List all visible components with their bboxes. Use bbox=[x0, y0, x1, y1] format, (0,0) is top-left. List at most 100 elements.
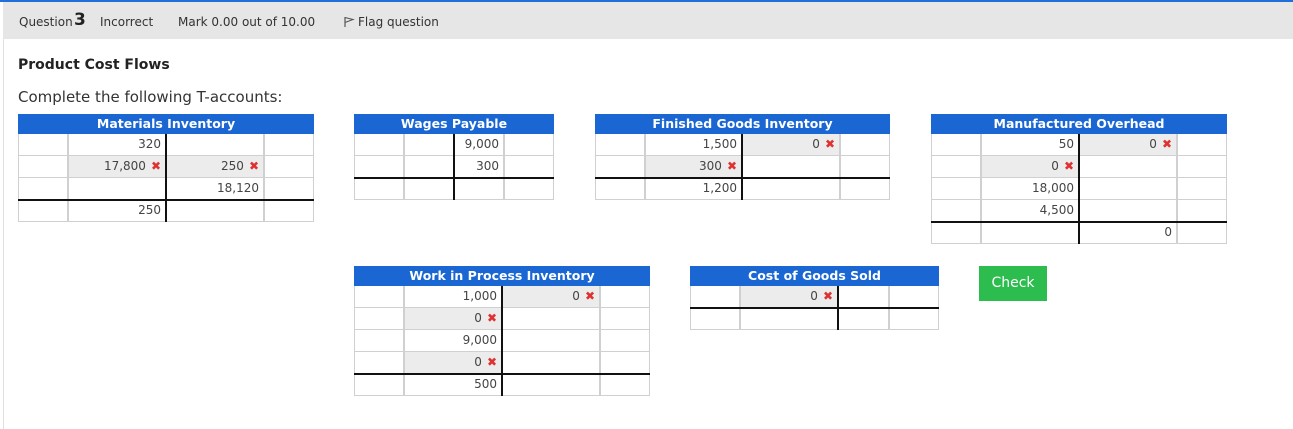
debit-input[interactable]: 50 bbox=[981, 134, 1079, 156]
credit-input[interactable]: 250 ✖ bbox=[166, 156, 264, 178]
question-instructions: Complete the following T-accounts: bbox=[18, 88, 283, 106]
t-account-title: Finished Goods Inventory bbox=[595, 114, 890, 134]
incorrect-icon: ✖ bbox=[726, 159, 737, 173]
t-account-vertical-rule bbox=[1078, 134, 1080, 244]
incorrect-icon: ✖ bbox=[486, 311, 497, 325]
blank-cell bbox=[354, 308, 404, 330]
blank-cell bbox=[354, 374, 404, 396]
blank-cell bbox=[840, 156, 890, 178]
blank-cell bbox=[595, 134, 645, 156]
debit-input[interactable]: 18,000 bbox=[981, 178, 1079, 200]
credit-input[interactable]: 0 ✖ bbox=[742, 134, 840, 156]
blank-cell bbox=[595, 156, 645, 178]
question-number: 3 bbox=[74, 10, 86, 30]
t-account-total-rule bbox=[595, 177, 890, 179]
blank-cell bbox=[264, 134, 314, 156]
blank-cell bbox=[600, 286, 650, 308]
blank-cell bbox=[504, 156, 554, 178]
t-account-title: Work in Process Inventory bbox=[354, 266, 650, 286]
incorrect-icon: ✖ bbox=[822, 289, 833, 303]
flag-question-link[interactable]: Flag question bbox=[358, 15, 439, 29]
incorrect-icon: ✖ bbox=[486, 355, 497, 369]
blank-cell bbox=[600, 330, 650, 352]
blank-cell bbox=[354, 352, 404, 374]
debit-input[interactable] bbox=[404, 134, 454, 156]
credit-balance-input[interactable] bbox=[502, 374, 600, 396]
debit-balance-input[interactable] bbox=[981, 222, 1079, 244]
debit-balance-input[interactable] bbox=[740, 308, 838, 330]
t-account-title: Materials Inventory bbox=[18, 114, 314, 134]
credit-input[interactable]: 0 ✖ bbox=[502, 286, 600, 308]
t-account-wages-payable: Wages Payable 9,000 300 bbox=[354, 114, 554, 200]
debit-input[interactable]: 0 ✖ bbox=[404, 308, 502, 330]
blank-cell bbox=[889, 286, 939, 308]
blank-cell bbox=[18, 156, 68, 178]
blank-cell bbox=[18, 200, 68, 222]
debit-input[interactable] bbox=[68, 178, 166, 200]
debit-input[interactable]: 9,000 bbox=[404, 330, 502, 352]
debit-input[interactable]: 17,800 ✖ bbox=[68, 156, 166, 178]
credit-input[interactable]: 18,120 bbox=[166, 178, 264, 200]
question-info-bar: Question 3 Incorrect Mark 0.00 out of 10… bbox=[3, 2, 1293, 39]
blank-cell bbox=[931, 156, 981, 178]
credit-balance-input[interactable]: 0 bbox=[1079, 222, 1177, 244]
incorrect-icon: ✖ bbox=[150, 159, 161, 173]
debit-balance-input[interactable]: 1,200 bbox=[645, 178, 742, 200]
incorrect-icon: ✖ bbox=[584, 289, 595, 303]
t-account-total-rule bbox=[354, 177, 554, 179]
t-account-vertical-rule bbox=[165, 134, 167, 222]
credit-input[interactable] bbox=[1079, 156, 1177, 178]
t-account-total-rule bbox=[18, 199, 314, 201]
content-left-border bbox=[3, 39, 4, 429]
debit-input[interactable]: 0 ✖ bbox=[981, 156, 1079, 178]
blank-cell bbox=[600, 374, 650, 396]
credit-input[interactable] bbox=[1079, 178, 1177, 200]
credit-input[interactable] bbox=[166, 134, 264, 156]
t-account-total-rule bbox=[354, 373, 650, 375]
debit-input[interactable]: 0 ✖ bbox=[740, 286, 838, 308]
debit-input[interactable]: 300 ✖ bbox=[645, 156, 742, 178]
credit-input[interactable] bbox=[742, 156, 840, 178]
debit-balance-input[interactable] bbox=[404, 178, 454, 200]
debit-input[interactable]: 4,500 bbox=[981, 200, 1079, 222]
blank-cell bbox=[264, 200, 314, 222]
debit-input[interactable]: 1,500 bbox=[645, 134, 742, 156]
t-account-title: Manufactured Overhead bbox=[931, 114, 1227, 134]
credit-input[interactable]: 9,000 bbox=[454, 134, 504, 156]
flag-icon[interactable] bbox=[343, 16, 355, 28]
credit-balance-input[interactable] bbox=[166, 200, 264, 222]
blank-cell bbox=[889, 308, 939, 330]
t-account-vertical-rule bbox=[453, 134, 455, 200]
blank-cell bbox=[504, 178, 554, 200]
credit-balance-input[interactable] bbox=[742, 178, 840, 200]
t-account-row: 0 ✖ bbox=[690, 286, 939, 308]
question-label: Question bbox=[19, 15, 73, 29]
blank-cell bbox=[504, 134, 554, 156]
t-account-vertical-rule bbox=[501, 286, 503, 396]
debit-input[interactable]: 320 bbox=[68, 134, 166, 156]
debit-input[interactable] bbox=[404, 156, 454, 178]
blank-cell bbox=[600, 308, 650, 330]
t-account-title: Wages Payable bbox=[354, 114, 554, 134]
credit-input[interactable] bbox=[502, 352, 600, 374]
blank-cell bbox=[690, 286, 740, 308]
credit-balance-input[interactable] bbox=[838, 308, 889, 330]
incorrect-icon: ✖ bbox=[824, 137, 835, 151]
blank-cell bbox=[354, 134, 404, 156]
t-account-title: Cost of Goods Sold bbox=[690, 266, 939, 286]
blank-cell bbox=[1177, 134, 1227, 156]
credit-input[interactable]: 300 bbox=[454, 156, 504, 178]
credit-input[interactable] bbox=[502, 330, 600, 352]
credit-balance-input[interactable] bbox=[454, 178, 504, 200]
credit-input[interactable]: 0 ✖ bbox=[1079, 134, 1177, 156]
debit-input[interactable]: 1,000 bbox=[404, 286, 502, 308]
debit-balance-input[interactable]: 250 bbox=[68, 200, 166, 222]
t-account-finished-goods-inventory: Finished Goods Inventory 1,500 0 ✖ 300 ✖ 1… bbox=[595, 114, 890, 200]
credit-input[interactable] bbox=[502, 308, 600, 330]
blank-cell bbox=[354, 330, 404, 352]
debit-balance-input[interactable]: 500 bbox=[404, 374, 502, 396]
debit-input[interactable]: 0 ✖ bbox=[404, 352, 502, 374]
check-button[interactable]: Check bbox=[979, 266, 1047, 301]
credit-input[interactable] bbox=[838, 286, 889, 308]
credit-input[interactable] bbox=[1079, 200, 1177, 222]
